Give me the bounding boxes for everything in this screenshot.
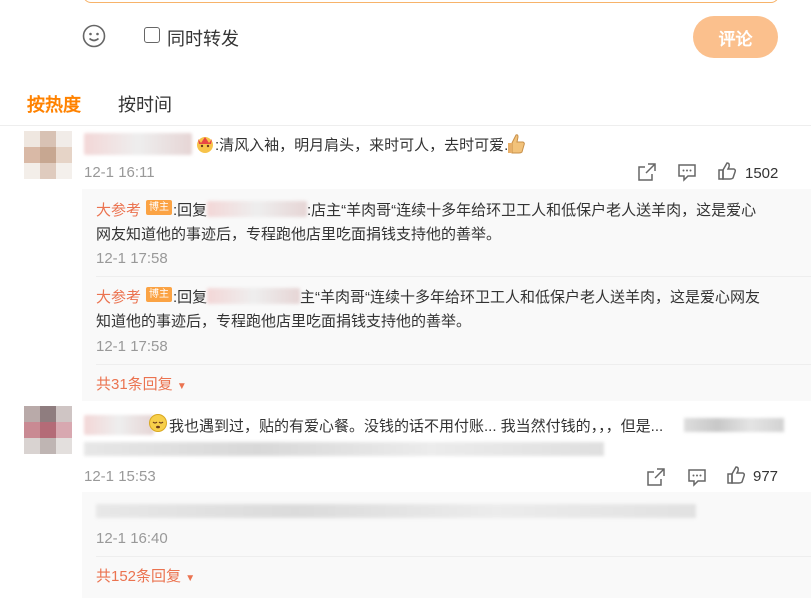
reply-prefix: :回复 [173,289,208,306]
divider [96,364,811,365]
reply-time: 12-1 16:40 [96,530,168,547]
caret-down-icon: ▼ [176,381,187,392]
username[interactable] [84,133,192,155]
share-icon[interactable] [646,467,666,487]
more-replies-label: 共31条回复 [96,376,173,393]
more-replies-link[interactable]: 共152条回复 ▼ [96,565,195,586]
reply-author[interactable]: 大参考 [96,199,141,220]
username[interactable] [84,415,154,435]
more-replies-link[interactable]: 共31条回复 ▼ [96,373,187,394]
like-count: 1502 [745,165,779,182]
redacted-text [84,442,604,456]
reply-text-continued: 网友知道他的事迹后，专程跑他店里吃面捐钱支持他的善举。 [96,226,502,243]
redacted-text [96,504,696,518]
reply-time: 12-1 17:58 [96,338,168,355]
mentioned-username[interactable] [207,288,300,304]
like-count: 977 [753,468,779,485]
mentioned-username[interactable] [207,201,307,217]
tab-sort-by-hot[interactable]: 按热度 [27,91,81,117]
reply-text: :店主“羊肉哥“连续十多年给环卫工人和低保户老人送羊肉，这是爱心 [307,202,757,219]
emoji-icon[interactable] [82,24,106,48]
thumbs-up-emoji-icon [506,133,526,155]
divider [96,276,811,277]
comment-text: 我也遇到过，贴的有爱心餐。没钱的话不用付账... 我当然付钱的，，，但是... [169,418,664,435]
repost-label: 同时转发 [167,29,239,49]
blogger-badge: 博主 [146,200,172,215]
blogger-badge: 博主 [146,287,172,302]
reply-time: 12-1 17:58 [96,250,168,267]
reply-prefix: :回复 [173,202,208,219]
comment-text: :清风入袖，明月肩头，来时可人，去时可爱. [215,137,509,154]
redacted-text [684,418,784,432]
reply-author[interactable]: 大参考 [96,286,141,307]
sleepy-emoji-icon [148,413,168,433]
reply-text: 主“羊肉哥“连续十多年给环卫工人和低保户老人送羊肉，这是爱心网友 [300,289,760,306]
comment-time: 12-1 15:53 [84,468,156,485]
more-replies-label: 共152条回复 [96,568,182,585]
comment-icon[interactable] [687,467,707,487]
share-icon[interactable] [637,162,657,182]
crown-emoji-icon [195,134,215,154]
like-icon[interactable] [717,161,737,181]
avatar[interactable] [24,406,72,454]
submit-comment-button[interactable]: 评论 [693,16,778,58]
comment-input[interactable] [83,0,779,3]
divider [96,556,811,557]
comment-time: 12-1 16:11 [84,164,155,181]
divider [0,125,811,126]
reply-text-continued: 知道他的事迹后，专程跑他店里吃面捐钱支持他的善举。 [96,313,472,330]
comment-icon[interactable] [677,162,697,182]
caret-down-icon: ▼ [185,573,196,584]
tab-sort-by-time[interactable]: 按时间 [118,91,172,117]
repost-checkbox[interactable] [144,27,160,43]
avatar[interactable] [24,131,72,179]
like-icon[interactable] [726,465,746,485]
